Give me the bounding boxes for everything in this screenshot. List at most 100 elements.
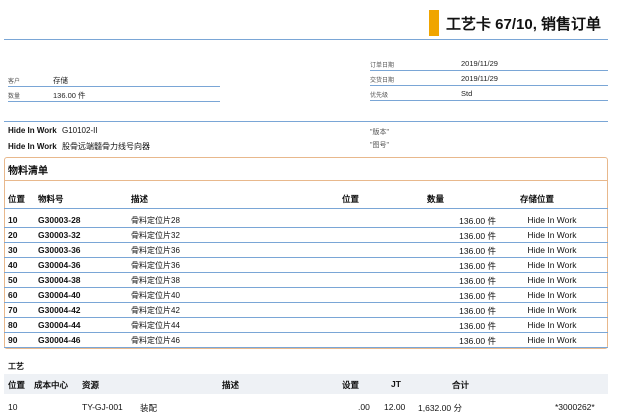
row-qty: 136.00 件 xyxy=(459,306,496,316)
row-storage: Hide In Work xyxy=(527,260,577,270)
bom-title-rule xyxy=(4,180,608,181)
routing-row-code: *3000262* xyxy=(555,402,595,412)
table-row: 90 G30004-46 骨料定位片46 136.00 件 Hide In Wo… xyxy=(4,333,608,348)
bom-col-qty: 数量 xyxy=(427,194,445,204)
routing-title: 工艺 xyxy=(8,362,24,371)
row-qty: 136.00 件 xyxy=(459,321,496,331)
routing-row-total: 1,632.00 分 xyxy=(418,403,462,413)
row-storage: Hide In Work xyxy=(527,215,577,225)
table-row: 60 G30004-40 骨料定位片40 136.00 件 Hide In Wo… xyxy=(4,288,608,303)
row-storage: Hide In Work xyxy=(527,305,577,315)
page-title: 工艺卡 67/10, 销售订单 xyxy=(446,16,602,33)
row-material-no: G30003-36 xyxy=(38,245,81,255)
bom-col-storage: 存储位置 xyxy=(520,194,555,204)
row-material-no: G30003-32 xyxy=(38,230,81,240)
product-line-2-label: Hide In Work xyxy=(8,142,57,151)
row-desc: 骨料定位片38 xyxy=(131,276,180,285)
bom-col-pos: 位置 xyxy=(8,194,26,204)
routing-row-resource: 装配 xyxy=(140,403,158,413)
row-desc: 骨料定位片28 xyxy=(131,216,180,225)
row-qty: 136.00 件 xyxy=(459,291,496,301)
row-desc: 骨料定位片40 xyxy=(131,291,180,300)
section-rule xyxy=(4,121,608,122)
row-desc: 骨料定位片36 xyxy=(131,261,180,270)
row-pos: 90 xyxy=(8,335,18,345)
product-code: G10102-II xyxy=(61,126,98,135)
routing-col-total: 合计 xyxy=(452,380,470,390)
row-pos: 80 xyxy=(8,320,18,330)
row-storage: Hide In Work xyxy=(527,275,577,285)
customer-rule xyxy=(8,86,220,87)
row-material-no: G30004-36 xyxy=(38,260,81,270)
row-pos: 30 xyxy=(8,245,18,255)
table-row: 20 G30003-32 骨料定位片32 136.00 件 Hide In Wo… xyxy=(4,228,608,243)
row-storage: Hide In Work xyxy=(527,320,577,330)
version-label: "版本" xyxy=(370,129,389,136)
row-material-no: G30004-46 xyxy=(38,335,81,345)
row-qty: 136.00 件 xyxy=(459,231,496,241)
customer-value: 存储 xyxy=(53,76,68,85)
delivery-date-label: 交货日期 xyxy=(370,78,395,84)
bom-header-rule xyxy=(4,208,608,209)
priority-rule xyxy=(370,100,608,101)
row-qty: 136.00 件 xyxy=(459,261,496,271)
product-line-1-label: Hide In Work xyxy=(8,126,57,135)
row-desc: 骨料定位片32 xyxy=(131,231,180,240)
priority-label: 优先级 xyxy=(370,93,389,99)
table-row: 50 G30004-38 骨料定位片38 136.00 件 Hide In Wo… xyxy=(4,273,608,288)
row-pos: 50 xyxy=(8,275,18,285)
table-row: 10 G30003-28 骨料定位片28 136.00 件 Hide In Wo… xyxy=(4,213,608,228)
table-row: 80 G30004-44 骨料定位片44 136.00 件 Hide In Wo… xyxy=(4,318,608,333)
delivery-date-value: 2019/11/29 xyxy=(461,74,498,83)
table-row: 40 G30004-36 骨料定位片36 136.00 件 Hide In Wo… xyxy=(4,258,608,273)
product-line-1: Hide In Work G10102-II xyxy=(8,126,98,135)
row-qty: 136.00 件 xyxy=(459,246,496,256)
row-storage: Hide In Work xyxy=(527,245,577,255)
routing-col-desc: 描述 xyxy=(222,380,240,390)
quantity-rule xyxy=(8,101,220,102)
customer-label: 客户 xyxy=(8,79,21,85)
row-qty: 136.00 件 xyxy=(459,276,496,286)
bom-col-material-no: 物料号 xyxy=(38,194,64,204)
routing-col-setup: 设置 xyxy=(342,380,360,390)
quantity-label: 数量 xyxy=(8,94,21,100)
order-date-value: 2019/11/29 xyxy=(461,59,498,68)
product-line-2: Hide In Work 股骨远端髓骨力线号向器 xyxy=(8,141,150,152)
routing-col-resource: 资源 xyxy=(82,380,100,390)
drawing-label: "图号" xyxy=(370,142,389,149)
row-desc: 骨料定位片36 xyxy=(131,246,180,255)
row-desc: 骨料定位片42 xyxy=(131,306,180,315)
routing-row-cost-center: TY-GJ-001 xyxy=(82,402,123,412)
bom-title: 物料清单 xyxy=(8,166,48,177)
order-date-label: 订单日期 xyxy=(370,63,395,69)
row-qty: 136.00 件 xyxy=(459,336,496,346)
row-material-no: G30004-42 xyxy=(38,305,81,315)
quantity-value: 136.00 件 xyxy=(53,91,86,100)
row-material-no: G30004-38 xyxy=(38,275,81,285)
row-storage: Hide In Work xyxy=(527,230,577,240)
routing-row-jt: 12.00 xyxy=(384,402,406,412)
row-pos: 10 xyxy=(8,215,18,225)
row-material-no: G30003-28 xyxy=(38,215,81,225)
bom-col-desc: 描述 xyxy=(131,194,149,204)
routing-row-setup: .00 xyxy=(358,402,370,412)
row-pos: 40 xyxy=(8,260,18,270)
product-name: 股骨远端髓骨力线号向器 xyxy=(61,142,150,151)
routing-row-pos: 10 xyxy=(8,402,18,412)
row-pos: 70 xyxy=(8,305,18,315)
title-accent-bar xyxy=(429,10,439,36)
table-row: 70 G30004-42 骨料定位片42 136.00 件 Hide In Wo… xyxy=(4,303,608,318)
row-qty: 136.00 件 xyxy=(459,216,496,226)
routing-col-cost-center: 成本中心 xyxy=(34,380,69,390)
row-material-no: G30004-44 xyxy=(38,320,81,330)
row-material-no: G30004-40 xyxy=(38,290,81,300)
row-storage: Hide In Work xyxy=(527,290,577,300)
bom-col-location: 位置 xyxy=(342,194,360,204)
order-date-rule xyxy=(370,70,608,71)
row-pos: 60 xyxy=(8,290,18,300)
row-desc: 骨料定位片44 xyxy=(131,321,180,330)
header-rule xyxy=(4,39,608,40)
routing-col-jt: JT xyxy=(391,379,401,389)
row-desc: 骨料定位片46 xyxy=(131,336,180,345)
priority-value: Std xyxy=(461,89,473,98)
